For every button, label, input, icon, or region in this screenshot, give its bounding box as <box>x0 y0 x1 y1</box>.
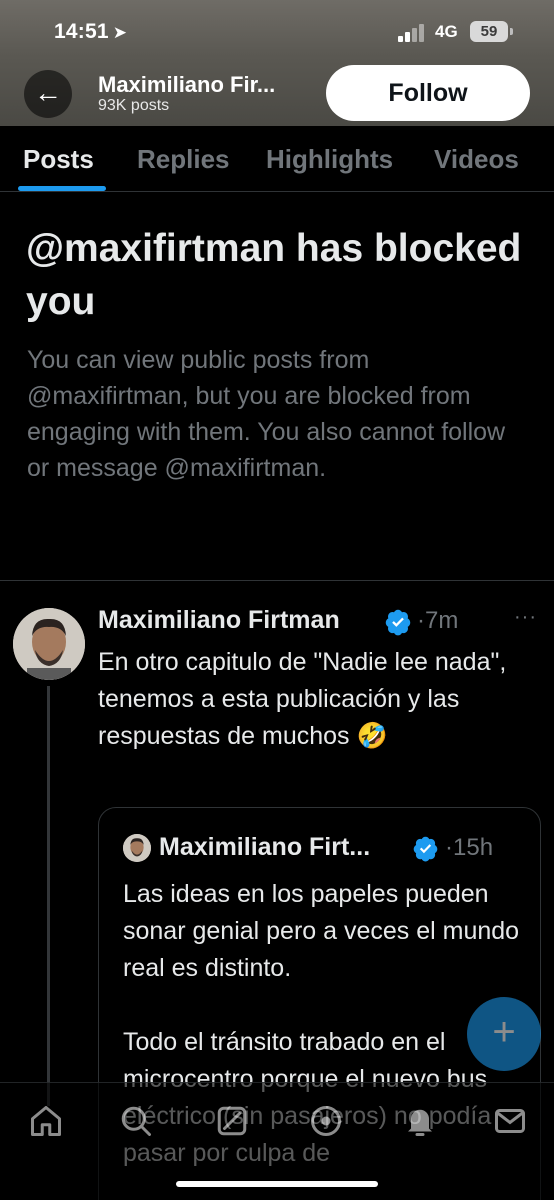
notifications-icon[interactable] <box>402 1103 438 1139</box>
tab-highlights[interactable]: Highlights <box>266 144 393 175</box>
messages-icon[interactable] <box>492 1103 528 1139</box>
location-arrow-icon: ➤ <box>112 23 128 42</box>
tab-replies[interactable]: Replies <box>137 144 230 175</box>
more-options-icon[interactable]: ··· <box>514 606 537 629</box>
follow-button[interactable]: Follow <box>326 65 530 121</box>
home-indicator <box>176 1181 378 1187</box>
profile-tabs: Posts Replies Highlights Videos <box>0 126 554 192</box>
network-type: 4G <box>435 22 458 41</box>
active-tab-indicator <box>18 186 106 191</box>
avatar[interactable] <box>13 608 85 680</box>
header-profile-name: Maximiliano Fir... <box>98 72 276 97</box>
quoted-paragraph: Las ideas en los papeles pueden sonar ge… <box>123 880 520 982</box>
header-post-count: 93K posts <box>98 97 170 114</box>
grok-icon[interactable] <box>214 1103 250 1139</box>
tweet-text: En otro capitulo de "Nadie lee nada", te… <box>98 648 507 750</box>
verified-badge-icon <box>385 609 411 636</box>
home-icon[interactable] <box>28 1103 64 1139</box>
blocked-title: @maxifirtman has blocked you <box>26 227 522 323</box>
battery-icon: 59 <box>470 21 508 42</box>
search-icon[interactable] <box>118 1103 154 1139</box>
back-arrow-icon[interactable]: ← <box>24 70 72 118</box>
status-bar: 14:51 ➤ 4G 59 <box>0 20 554 48</box>
quoted-avatar <box>123 834 151 862</box>
tweet-author-name[interactable]: Maximiliano Firtman <box>98 606 340 635</box>
thread-line <box>47 686 50 1106</box>
quoted-author-name: Maximiliano Firt... <box>159 833 371 861</box>
battery-tip <box>510 28 513 35</box>
profile-header-banner: 14:51 ➤ 4G 59 ← Maximiliano Fir... 93K po… <box>0 0 554 126</box>
compose-button[interactable]: + <box>467 997 541 1071</box>
communities-icon[interactable] <box>308 1103 344 1139</box>
divider <box>0 580 554 581</box>
quoted-time: ·15h <box>445 834 494 861</box>
verified-badge-icon <box>413 836 438 862</box>
tab-posts[interactable]: Posts <box>23 144 94 175</box>
tab-videos[interactable]: Videos <box>434 144 519 175</box>
blocked-description: You can view public posts from @maxifirt… <box>27 346 506 482</box>
signal-icon <box>398 24 428 42</box>
tweet-time: ·7m <box>417 607 459 634</box>
status-time: 14:51 ➤ <box>54 20 128 43</box>
